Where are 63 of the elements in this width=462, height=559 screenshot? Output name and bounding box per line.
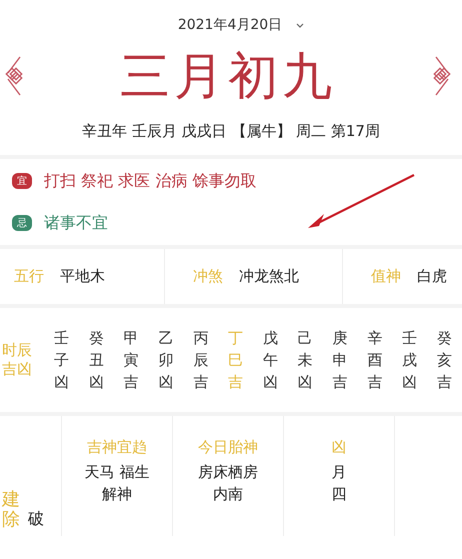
column-value: 四 <box>332 484 346 505</box>
jianchu-value: 破 <box>28 509 44 530</box>
hour-stem: 辛 <box>367 328 382 349</box>
hour-branch: 午 <box>262 350 278 371</box>
section-label: 时辰 <box>2 341 33 360</box>
hour-stem: 戊 <box>262 328 278 349</box>
hour-stem: 壬 <box>402 328 418 349</box>
hour-luck: 凶 <box>54 372 69 393</box>
caret-icon[interactable] <box>296 22 304 28</box>
column-value: 房床栖房 <box>198 462 258 483</box>
hour-branch: 辰 <box>193 350 208 371</box>
info-label: 值神 <box>371 267 401 286</box>
column-title: 吉神宜趋 <box>87 438 147 457</box>
hour-stem: 壬 <box>54 328 69 349</box>
hour-branch: 丑 <box>88 350 104 371</box>
hour-luck: 吉 <box>228 372 244 393</box>
hour-stem: 乙 <box>158 328 174 349</box>
section-label: 建除 <box>2 490 20 530</box>
hour-stem: 丙 <box>193 328 208 349</box>
info-value: 白虎 <box>417 267 447 286</box>
hour-branch: 申 <box>332 350 348 371</box>
lunar-date: 三月初九 <box>120 46 336 107</box>
hour-luck: 吉 <box>367 372 382 393</box>
hour-luck: 凶 <box>262 372 278 393</box>
column-title: 今日胎神 <box>198 438 258 457</box>
info-value: 冲龙煞北 <box>239 267 299 286</box>
hour-luck: 凶 <box>158 372 174 393</box>
date-selector[interactable]: 2021年4月20日 <box>178 16 282 34</box>
ganzhi-date: 辛丑年 壬辰月 戊戌日 【属牛】 周二 第17周 <box>82 122 380 141</box>
tag: 忌 <box>12 215 32 231</box>
hour-luck: 吉 <box>193 372 208 393</box>
activity-list: 诸事不宜 <box>44 212 108 234</box>
hour-luck: 吉 <box>332 372 348 393</box>
hour-branch: 戌 <box>402 350 418 371</box>
hour-branch: 寅 <box>124 350 139 371</box>
hour-stem: 甲 <box>124 328 139 349</box>
hour-luck: 凶 <box>402 372 418 393</box>
hour-branch: 子 <box>54 350 69 371</box>
hour-stem: 癸 <box>436 328 452 349</box>
column-value: 内南 <box>213 484 243 505</box>
column-value: 解神 <box>102 484 132 505</box>
hour-branch: 亥 <box>436 350 452 371</box>
activity-list: 打扫 祭祀 求医 治病 馀事勿取 <box>44 170 256 192</box>
hour-stem: 丁 <box>228 328 244 349</box>
hour-luck: 吉 <box>436 372 452 393</box>
hour-stem: 癸 <box>88 328 104 349</box>
section-label: 吉凶 <box>2 360 33 379</box>
hour-stem: 庚 <box>332 328 348 349</box>
hour-luck: 凶 <box>298 372 313 393</box>
column-title: 凶 <box>332 438 346 457</box>
hour-branch: 未 <box>298 350 313 371</box>
hour-stem: 己 <box>298 328 313 349</box>
info-label: 五行 <box>14 267 44 286</box>
column-value: 月 <box>332 462 346 483</box>
tag: 宜 <box>12 173 32 189</box>
hour-luck: 凶 <box>88 372 104 393</box>
hour-luck: 吉 <box>124 372 139 393</box>
info-value: 平地木 <box>60 267 105 286</box>
hour-branch: 巳 <box>228 350 244 371</box>
hour-branch: 酉 <box>367 350 382 371</box>
hour-branch: 卯 <box>158 350 174 371</box>
column-value: 天马 福生 <box>84 462 150 483</box>
info-label: 冲煞 <box>193 267 223 286</box>
